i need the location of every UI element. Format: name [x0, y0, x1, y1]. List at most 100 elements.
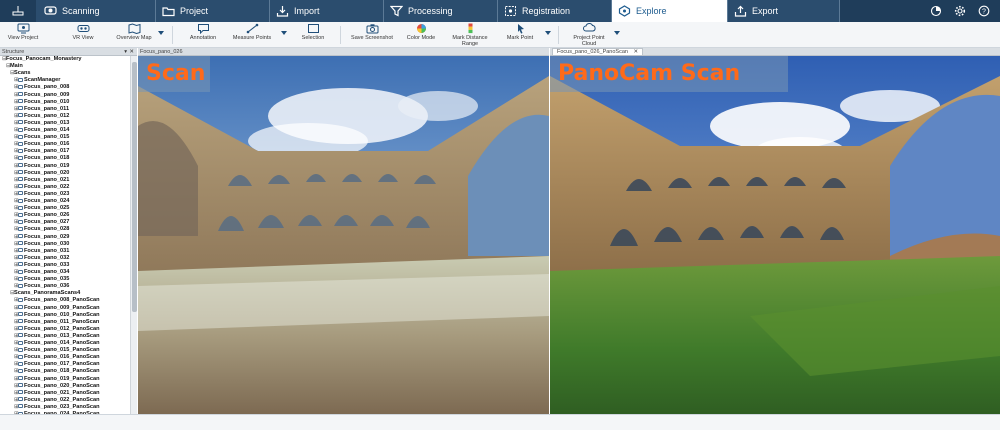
close-icon[interactable]: ✕ — [129, 48, 134, 56]
tree-item[interactable]: ⊞ Focus_pano_013_PanoScan — [0, 333, 100, 340]
tree-item-label: Focus_pano_018 — [24, 155, 70, 162]
tree-item[interactable]: ⊞ Focus_pano_012 — [0, 113, 69, 120]
tree-item[interactable]: ⊞ Focus_pano_020_PanoScan — [0, 383, 100, 390]
scan-item-icon — [18, 198, 23, 203]
tree-item[interactable]: ⊞ Focus_pano_023_PanoScan — [0, 404, 100, 411]
scan-item-icon — [18, 333, 23, 338]
workflow-step-registration[interactable]: Registration — [498, 0, 612, 22]
mark-distance-range-button[interactable]: Mark Distance Range — [448, 23, 492, 47]
color-mode-button[interactable]: Color Mode — [404, 23, 438, 47]
tree-item-label: Focus_pano_010 — [24, 98, 70, 105]
tree-item[interactable]: ⊞ Focus_pano_024 — [0, 198, 69, 205]
tree-item[interactable]: ⊟Main — [0, 63, 23, 70]
scan-item-icon — [18, 106, 23, 111]
tree-item[interactable]: ⊞ Focus_pano_019 — [0, 163, 69, 170]
tree-scrollbar[interactable] — [130, 56, 137, 414]
scrollbar-thumb[interactable] — [132, 62, 137, 312]
tree-item[interactable]: ⊞ Focus_pano_016_PanoScan — [0, 354, 100, 361]
tree-item[interactable]: ⊟Scans_PanoramaScans4 — [0, 290, 80, 297]
tree-item[interactable]: ⊞ Focus_pano_017_PanoScan — [0, 361, 100, 368]
tree-item[interactable]: ⊞ Focus_pano_019_PanoScan — [0, 376, 100, 383]
workflow-step-processing[interactable]: Processing — [384, 0, 498, 22]
scan-panorama-image — [138, 56, 549, 414]
tree-item[interactable]: ⊞ Focus_pano_018_PanoScan — [0, 368, 100, 375]
save-screenshot-button[interactable]: Save Screenshot — [350, 23, 394, 47]
workflow-step-import[interactable]: Import — [270, 0, 384, 22]
gear-icon[interactable] — [954, 5, 966, 17]
tree-item[interactable]: ⊞ Focus_pano_021 — [0, 177, 69, 184]
workflow-step-export[interactable]: Export — [728, 0, 840, 22]
tree-item[interactable]: ⊞ Focus_pano_008 — [0, 84, 69, 91]
tree-item[interactable]: ⊞ Focus_pano_033 — [0, 262, 69, 269]
tree-item-label: Focus_pano_011 — [24, 105, 70, 112]
tree-item[interactable]: ⊞ Focus_pano_028 — [0, 226, 69, 233]
measure-points-button[interactable]: Measure Points — [232, 23, 272, 47]
scan-item-icon — [18, 269, 23, 274]
tree-item[interactable]: ⊞ Focus_pano_031 — [0, 248, 69, 255]
home-button[interactable] — [0, 0, 36, 22]
tree-item[interactable]: ⊞ Focus_pano_009_PanoScan — [0, 305, 100, 312]
help-icon[interactable]: ? — [978, 5, 990, 17]
tree-item[interactable]: ⊞ Focus_pano_018 — [0, 155, 69, 162]
tree-item[interactable]: ⊞ Focus_pano_008_PanoScan — [0, 297, 100, 304]
tree-item[interactable]: ⊞ Focus_pano_011_PanoScan — [0, 319, 99, 326]
tree-item[interactable]: ⊞ Focus_pano_010 — [0, 99, 69, 106]
project-point-cloud-dropdown-icon[interactable] — [614, 31, 620, 35]
tree-item[interactable]: ⊞ Focus_pano_021_PanoScan — [0, 390, 100, 397]
tree-item[interactable]: ⊞ Focus_pano_032 — [0, 255, 69, 262]
tree-item[interactable]: ⊞ Focus_pano_034 — [0, 269, 69, 276]
tree-item-label: Focus_pano_036 — [24, 283, 70, 290]
scan-item-icon — [18, 226, 23, 231]
workflow-step-scanning[interactable]: Scanning — [38, 0, 156, 22]
tree-item[interactable]: ⊞ Focus_pano_014_PanoScan — [0, 340, 100, 347]
vr-view-button[interactable]: VR View — [68, 23, 98, 47]
tree-item-label: Focus_pano_015 — [24, 134, 70, 141]
tree-item[interactable]: ⊞ Focus_pano_017 — [0, 148, 69, 155]
tree-item[interactable]: ⊞ Focus_pano_025 — [0, 205, 69, 212]
right-view-tab[interactable]: Focus_pano_026_PanoScan ✕ — [552, 48, 644, 55]
tree-item[interactable]: ⊞ Focus_pano_022 — [0, 184, 69, 191]
workflow-step-project[interactable]: Project — [156, 0, 270, 22]
cursor-pointer-icon — [517, 24, 524, 34]
overview-map-dropdown-icon[interactable] — [158, 31, 164, 35]
project-point-cloud-button[interactable]: Project Point Cloud — [568, 23, 610, 47]
mark-point-dropdown-icon[interactable] — [545, 31, 551, 35]
tree-item[interactable]: ⊟Scans — [0, 70, 30, 77]
workflow-step-explore[interactable]: Explore — [612, 0, 728, 22]
tree-item[interactable]: ⊞ Focus_pano_027 — [0, 219, 69, 226]
mark-point-button[interactable]: Mark Point — [502, 23, 538, 47]
pin-icon[interactable]: ▾ — [124, 48, 127, 56]
pie-chart-icon[interactable] — [930, 5, 942, 17]
tree-item[interactable]: ⊞ Focus_pano_030 — [0, 241, 69, 248]
tree-item[interactable]: ⊞ Focus_pano_013 — [0, 120, 69, 127]
scan-viewport[interactable]: Scan — [138, 56, 549, 414]
tree-item[interactable]: ⊞ Focus_pano_011 — [0, 106, 69, 113]
tree-item[interactable]: ⊞ Focus_pano_036 — [0, 283, 69, 290]
tree-item[interactable]: ⊞ Focus_pano_020 — [0, 170, 69, 177]
right-view-tab-strip: Focus_pano_026_PanoScan ✕ — [550, 48, 1000, 56]
tree-item[interactable]: ⊞ Focus_pano_015 — [0, 134, 69, 141]
tree-item[interactable]: ⊞ ScanManager — [0, 77, 60, 84]
tree-item[interactable]: ⊞ Focus_pano_012_PanoScan — [0, 326, 100, 333]
tab-close-icon[interactable]: ✕ — [633, 49, 638, 55]
tree-item[interactable]: ⊞ Focus_pano_029 — [0, 234, 69, 241]
overview-map-button[interactable]: Overview Map — [116, 23, 152, 47]
tree-item[interactable]: ⊞ Focus_pano_022_PanoScan — [0, 397, 100, 404]
tree-item-label: Focus_pano_012 — [24, 112, 70, 119]
tree-item[interactable]: ⊞ Focus_pano_023 — [0, 191, 69, 198]
tree-item[interactable]: ⊞ Focus_pano_010_PanoScan — [0, 312, 100, 319]
tree-item[interactable]: ⊞ Focus_pano_016 — [0, 141, 69, 148]
tree-item[interactable]: ⊞ Focus_pano_014 — [0, 127, 69, 134]
left-view-tab[interactable]: Focus_pano_026 — [140, 49, 183, 55]
tree-item[interactable]: ⊞ Focus_pano_026 — [0, 212, 69, 219]
panocam-viewport[interactable]: PanoCam Scan — [550, 56, 1000, 414]
selection-button[interactable]: Selection — [296, 23, 330, 47]
measure-points-dropdown-icon[interactable] — [281, 31, 287, 35]
view-project-button[interactable]: View Project — [4, 23, 42, 47]
mark-point-label: Mark Point — [506, 35, 534, 41]
tree-item[interactable]: ⊞ Focus_pano_035 — [0, 276, 69, 283]
tree-item[interactable]: ⊞ Focus_pano_009 — [0, 92, 69, 99]
annotation-button[interactable]: Annotation — [186, 23, 220, 47]
tree-item[interactable]: ⊞ Focus_pano_015_PanoScan — [0, 347, 100, 354]
tree-item[interactable]: ⊟Focus_Panocam_Monastery — [0, 56, 82, 63]
